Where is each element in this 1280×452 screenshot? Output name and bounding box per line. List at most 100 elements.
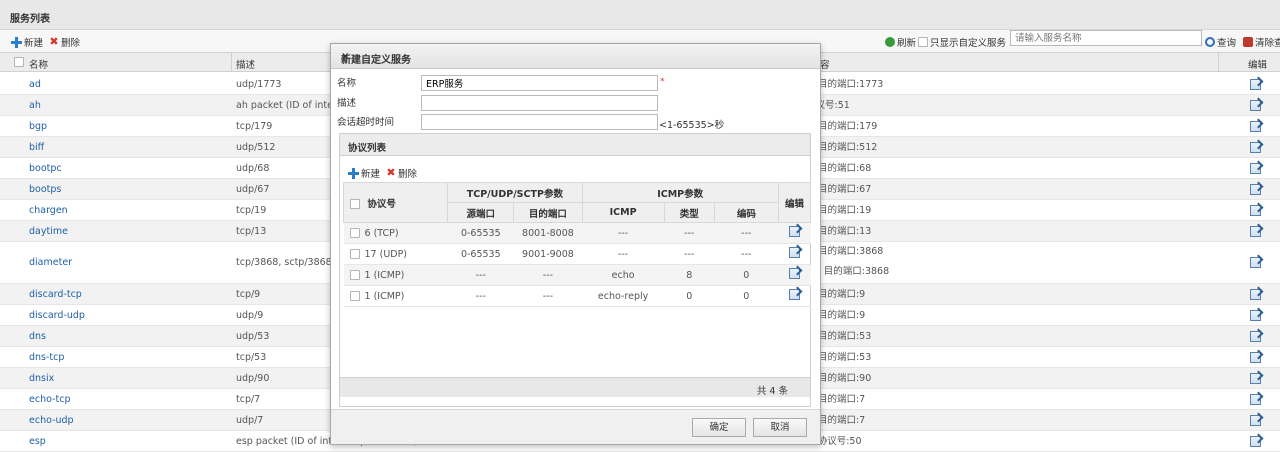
protocol-row-checkbox[interactable]	[349, 291, 360, 301]
service-name-link[interactable]: dns-tcp	[29, 352, 64, 363]
service-name-link[interactable]: chargen	[29, 205, 68, 216]
edit-icon[interactable]	[1250, 142, 1261, 153]
timeout-hint: <1-65535>秒	[659, 120, 725, 131]
protocol-table: 协议号 TCP/UDP/SCTP参数 ICMP参数 编辑 源端口 目的端口 IC…	[342, 182, 812, 307]
edit-icon[interactable]	[1250, 163, 1261, 174]
service-name-link[interactable]: discard-udp	[29, 310, 85, 321]
service-desc: tcp/179	[236, 121, 273, 132]
protocol-row[interactable]: 1 (ICMP) --- --- echo-reply 0 0	[343, 285, 811, 307]
edit-icon[interactable]	[788, 289, 800, 300]
protocol-row[interactable]: 17 (UDP) 0-65535 9001-9008 --- --- ---	[343, 243, 811, 265]
protocol-icmp-cell: ---	[582, 222, 665, 244]
session-timeout-input[interactable]	[421, 114, 658, 130]
protocol-src-cell: 0-65535	[447, 243, 514, 265]
protocol-edit-header: 编辑	[777, 182, 812, 223]
clear-button[interactable]: 清除查	[1243, 35, 1280, 49]
edit-icon[interactable]	[1250, 121, 1261, 132]
desc-label: 描述	[337, 98, 357, 109]
service-name-link[interactable]: diameter	[29, 257, 72, 268]
delete-label: 删除	[61, 38, 81, 49]
delete-button[interactable]: ✖ 删除	[49, 35, 80, 49]
edit-icon[interactable]	[1250, 352, 1261, 363]
col-name: 名称	[29, 60, 49, 71]
service-name-input[interactable]	[421, 75, 658, 91]
protocol-dst-cell: ---	[513, 285, 582, 307]
protocol-list-panel: 协议列表 新建 ✖ 删除 协议号 TCP/UDP/SCTP参数 ICMP参数 编…	[339, 133, 812, 407]
close-icon[interactable]: ×	[341, 51, 810, 62]
edit-icon[interactable]	[788, 226, 800, 237]
protocol-code-cell: ---	[714, 243, 779, 265]
custom-only-checkbox[interactable]	[918, 37, 928, 47]
protocol-icmp-cell: echo	[582, 264, 665, 286]
edit-icon[interactable]	[1250, 310, 1261, 321]
edit-icon[interactable]	[1250, 184, 1261, 195]
protocol-header-cell: 协议号	[342, 182, 449, 223]
service-name-link[interactable]: echo-udp	[29, 415, 74, 426]
protocol-icmp-cell: echo-reply	[582, 285, 665, 307]
service-name-link[interactable]: echo-tcp	[29, 394, 70, 405]
refresh-button[interactable]: 刷新	[885, 35, 916, 49]
service-search-input[interactable]	[1010, 30, 1202, 46]
edit-icon[interactable]	[1250, 331, 1261, 342]
protocol-row[interactable]: 6 (TCP) 0-65535 8001-8008 --- --- ---	[343, 222, 811, 244]
protocol-list-footer: 共 4 条	[340, 377, 810, 397]
service-desc-input[interactable]	[421, 95, 658, 111]
edit-icon[interactable]	[1250, 100, 1261, 111]
new-button[interactable]: 新建	[11, 35, 43, 49]
protocol-row-checkbox[interactable]	[349, 249, 360, 259]
edit-icon[interactable]	[788, 247, 800, 258]
service-name-link[interactable]: esp	[29, 436, 46, 447]
col-separator	[1218, 53, 1219, 72]
service-name-link[interactable]: bootpc	[29, 163, 62, 174]
service-name-link[interactable]: ad	[29, 79, 41, 90]
cancel-button[interactable]: 取消	[753, 418, 807, 437]
protocol-new-label: 新建	[361, 169, 381, 180]
edit-icon[interactable]	[1250, 415, 1261, 426]
clear-label: 清除查	[1255, 38, 1280, 49]
name-label: 名称	[337, 78, 357, 89]
service-name-link[interactable]: biff	[29, 142, 44, 153]
service-desc: udp/53	[236, 331, 270, 342]
protocol-header: 协议号	[367, 198, 396, 210]
edit-icon[interactable]	[1250, 289, 1261, 300]
protocol-icmp-cell: ---	[582, 243, 665, 265]
col-separator	[231, 53, 232, 72]
service-name-link[interactable]: bgp	[29, 121, 47, 132]
refresh-label: 刷新	[897, 38, 917, 49]
custom-only-toggle[interactable]: 只显示自定义服务	[918, 35, 1006, 49]
code-header: 编码	[713, 202, 779, 223]
protocol-src-cell: 0-65535	[447, 222, 514, 244]
type-header: 类型	[663, 202, 715, 223]
service-desc: tcp/13	[236, 226, 267, 237]
protocol-new-button[interactable]: 新建	[348, 166, 380, 180]
edit-icon[interactable]	[1250, 257, 1261, 268]
service-name-link[interactable]: discard-tcp	[29, 289, 82, 300]
service-name-link[interactable]: dns	[29, 331, 46, 342]
protocol-row-checkbox[interactable]	[349, 270, 360, 280]
timeout-label: 会话超时时间	[337, 117, 395, 128]
service-name-link[interactable]: daytime	[29, 226, 68, 237]
edit-icon[interactable]	[1250, 226, 1261, 237]
edit-icon[interactable]	[1250, 205, 1261, 216]
select-all-checkbox[interactable]	[14, 57, 24, 67]
edit-icon[interactable]	[1250, 79, 1261, 90]
col-edit: 编辑	[1248, 60, 1268, 71]
ok-button[interactable]: 确定	[692, 418, 746, 437]
edit-icon[interactable]	[788, 268, 800, 279]
service-name-link[interactable]: bootps	[29, 184, 61, 195]
tcp-params-header: TCP/UDP/SCTP参数	[447, 182, 583, 203]
edit-icon[interactable]	[1250, 436, 1261, 447]
protocol-select-all-checkbox[interactable]	[350, 199, 360, 209]
protocol-delete-button[interactable]: ✖ 删除	[386, 166, 417, 180]
dialog-titlebar: 新建自定义服务 ×	[331, 44, 820, 69]
protocol-row[interactable]: 1 (ICMP) --- --- echo 8 0	[343, 264, 811, 286]
edit-icon[interactable]	[1250, 373, 1261, 384]
edit-icon[interactable]	[1250, 394, 1261, 405]
query-button[interactable]: 查询	[1205, 35, 1236, 49]
protocol-row-checkbox[interactable]	[349, 228, 360, 238]
protocol-table-body: 6 (TCP) 0-65535 8001-8008 --- --- --- 17 (UDP)…	[343, 222, 811, 307]
service-name-link[interactable]: dnsix	[29, 373, 54, 384]
service-name-link[interactable]: ah	[29, 100, 41, 111]
page-title: 服务列表	[10, 14, 50, 25]
protocol-edit-cell	[778, 222, 811, 244]
